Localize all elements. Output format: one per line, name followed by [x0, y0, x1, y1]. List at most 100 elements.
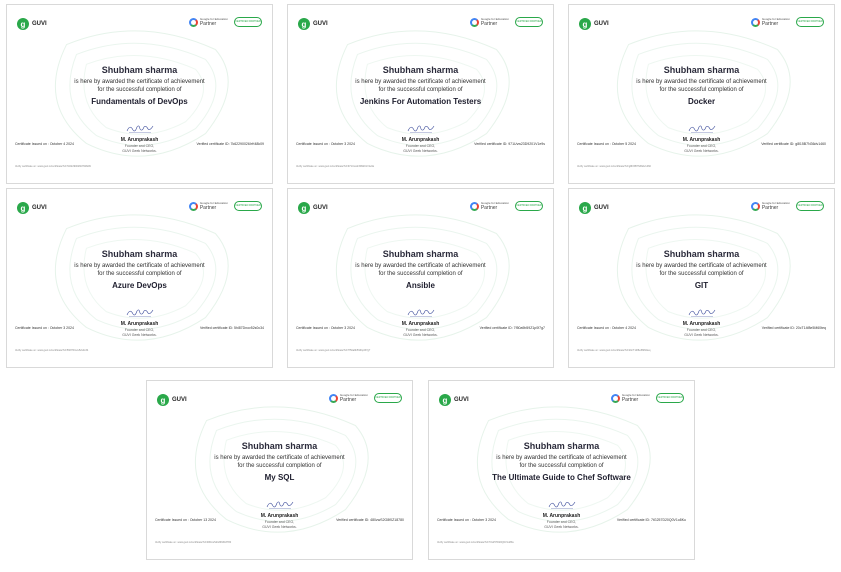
verified-certificate-id: Verified certificate ID: g8l15B7N36dv146…: [761, 142, 826, 146]
verify-link[interactable]: Verify certificate at : www.guvi.in/cert…: [15, 165, 91, 168]
background-wave-pattern: [194, 406, 369, 533]
award-line-2: for the successful completion of: [519, 463, 604, 469]
google-partner-logo: Google for Education Partner: [469, 17, 509, 27]
guvi-logo-text: GUVI: [313, 21, 328, 27]
guvi-logo: g GUVI: [17, 202, 47, 214]
verify-link[interactable]: Verify certificate at : www.guvi.in/cert…: [296, 349, 370, 352]
guvi-logo: g GUVI: [157, 394, 187, 406]
partner-big-text: Partner: [621, 397, 639, 403]
signer-org: GUVI Geek Networks.: [403, 333, 438, 337]
certificate-card: g GUVI Google for Education Partner CERT…: [146, 380, 413, 560]
google-icon: [469, 201, 479, 211]
certified-partner-badge: CERTIFIED PARTNER: [515, 17, 543, 27]
certified-partner-badge: CERTIFIED PARTNER: [515, 201, 543, 211]
verify-link[interactable]: Verify certificate at : www.guvi.in/cert…: [155, 541, 231, 544]
certified-partner-badge: CERTIFIED PARTNER: [374, 393, 402, 403]
certified-partner-badge: CERTIFIED PARTNER: [656, 393, 684, 403]
google-partner-logo: Google for Education Partner: [328, 393, 368, 403]
award-line-2: for the successful completion of: [378, 87, 463, 93]
recipient-name: Shubham sharma: [663, 65, 740, 75]
verified-certificate-id: Verified certificate ID: 7k62290026IrH48…: [196, 142, 264, 146]
course-title: Jenkins For Automation Testers: [359, 97, 482, 106]
issued-date: Certificate Issued on : October 5 2024: [577, 142, 636, 146]
verify-link[interactable]: Verify certificate at : www.guvi.in/cert…: [437, 541, 514, 544]
signer-org: GUVI Geek Networks.: [262, 525, 297, 529]
issued-date: Certificate Issued on : October 3 2024: [296, 326, 355, 330]
signer-org: GUVI Geek Networks.: [684, 149, 719, 153]
verify-link[interactable]: Verify certificate at : www.guvi.in/cert…: [15, 349, 88, 352]
background-wave-pattern: [335, 214, 510, 341]
signer-org: GUVI Geek Networks.: [122, 149, 157, 153]
guvi-logo: g GUVI: [298, 18, 328, 30]
award-line-1: is here by awarded the certificate of ac…: [74, 79, 205, 85]
award-line-1: is here by awarded the certificate of ac…: [636, 263, 767, 269]
issued-date: Certificate Issued on : October 3 2024: [437, 518, 496, 522]
course-title: Azure DevOps: [112, 281, 167, 290]
partner-big-text: Partner: [339, 397, 357, 403]
background-wave-pattern: [54, 30, 229, 157]
guvi-logo-icon: g: [298, 18, 310, 30]
guvi-logo-text: GUVI: [454, 397, 469, 403]
partner-big-text: Partner: [480, 21, 498, 27]
certificate-card: g GUVI Google for Education Partner CERT…: [568, 4, 835, 184]
signature-image: [126, 125, 153, 133]
course-title: Docker: [687, 97, 716, 106]
signature-image: [548, 501, 575, 509]
guvi-logo-icon: g: [17, 202, 29, 214]
award-line-2: for the successful completion of: [237, 463, 322, 469]
background-wave-pattern: [54, 214, 229, 341]
certificate-card: g GUVI Google for Education Partner CERT…: [6, 4, 273, 184]
course-title: My SQL: [264, 473, 295, 482]
google-partner-logo: Google for Education Partner: [610, 393, 650, 403]
issued-date: Certificate Issued on : October 3 2024: [15, 326, 74, 330]
google-icon: [750, 201, 760, 211]
signature-image: [407, 125, 434, 133]
award-line-1: is here by awarded the certificate of ac…: [355, 79, 486, 85]
award-line-2: for the successful completion of: [659, 271, 744, 277]
guvi-logo-icon: g: [17, 18, 29, 30]
signature-image: [407, 309, 434, 317]
background-wave-pattern: [335, 30, 510, 157]
signer-org: GUVI Geek Networks.: [684, 333, 719, 337]
issued-date: Certificate Issued on : October 4 2024: [15, 142, 74, 146]
signature-image: [688, 309, 715, 317]
google-partner-logo: Google for Education Partner: [750, 17, 790, 27]
certificate-card: g GUVI Google for Education Partner CERT…: [287, 4, 554, 184]
google-partner-logo: Google for Education Partner: [188, 17, 228, 27]
recipient-name: Shubham sharma: [101, 249, 178, 259]
guvi-logo: g GUVI: [298, 202, 328, 214]
recipient-name: Shubham sharma: [523, 441, 600, 451]
award-line-1: is here by awarded the certificate of ac…: [355, 263, 486, 269]
signer-org: GUVI Geek Networks.: [544, 525, 579, 529]
signature-image: [126, 309, 153, 317]
course-title: The Ultimate Guide to Chef Software: [492, 473, 631, 482]
verified-certificate-id: Verified certificate ID: 7tG257D20Q0V1o8…: [616, 518, 686, 522]
signer-org: GUVI Geek Networks.: [122, 333, 157, 337]
verify-link[interactable]: Verify certificate at : www.guvi.in/cert…: [577, 349, 650, 352]
google-partner-logo: Google for Education Partner: [188, 201, 228, 211]
certificate-card: g GUVI Google for Education Partner CERT…: [287, 188, 554, 368]
partner-big-text: Partner: [480, 205, 498, 211]
issued-date: Certificate Issued on : October 3 2024: [296, 142, 355, 146]
signature-image: [266, 501, 293, 509]
verified-certificate-id: Verified certificate ID: 20cT14f8e5M60te…: [761, 326, 826, 330]
guvi-logo-icon: g: [579, 202, 591, 214]
award-line-2: for the successful completion of: [659, 87, 744, 93]
verified-certificate-id: Verified certificate ID: 7f50a9b59Z1p0f7…: [479, 326, 545, 330]
guvi-logo-icon: g: [157, 394, 169, 406]
google-icon: [750, 17, 760, 27]
google-icon: [188, 201, 198, 211]
certified-partner-badge: CERTIFIED PARTNER: [796, 201, 824, 211]
recipient-name: Shubham sharma: [382, 65, 459, 75]
signature-image: [688, 125, 715, 133]
verify-link[interactable]: Verify certificate at : www.guvi.in/cert…: [296, 165, 374, 168]
course-title: Ansible: [406, 281, 435, 290]
background-wave-pattern: [616, 214, 791, 341]
guvi-logo-text: GUVI: [313, 205, 328, 211]
award-line-1: is here by awarded the certificate of ac…: [496, 455, 627, 461]
recipient-name: Shubham sharma: [663, 249, 740, 259]
verify-link[interactable]: Verify certificate at : www.guvi.in/cert…: [577, 165, 651, 168]
certified-partner-badge: CERTIFIED PARTNER: [234, 17, 262, 27]
google-icon: [610, 393, 620, 403]
partner-big-text: Partner: [199, 205, 217, 211]
